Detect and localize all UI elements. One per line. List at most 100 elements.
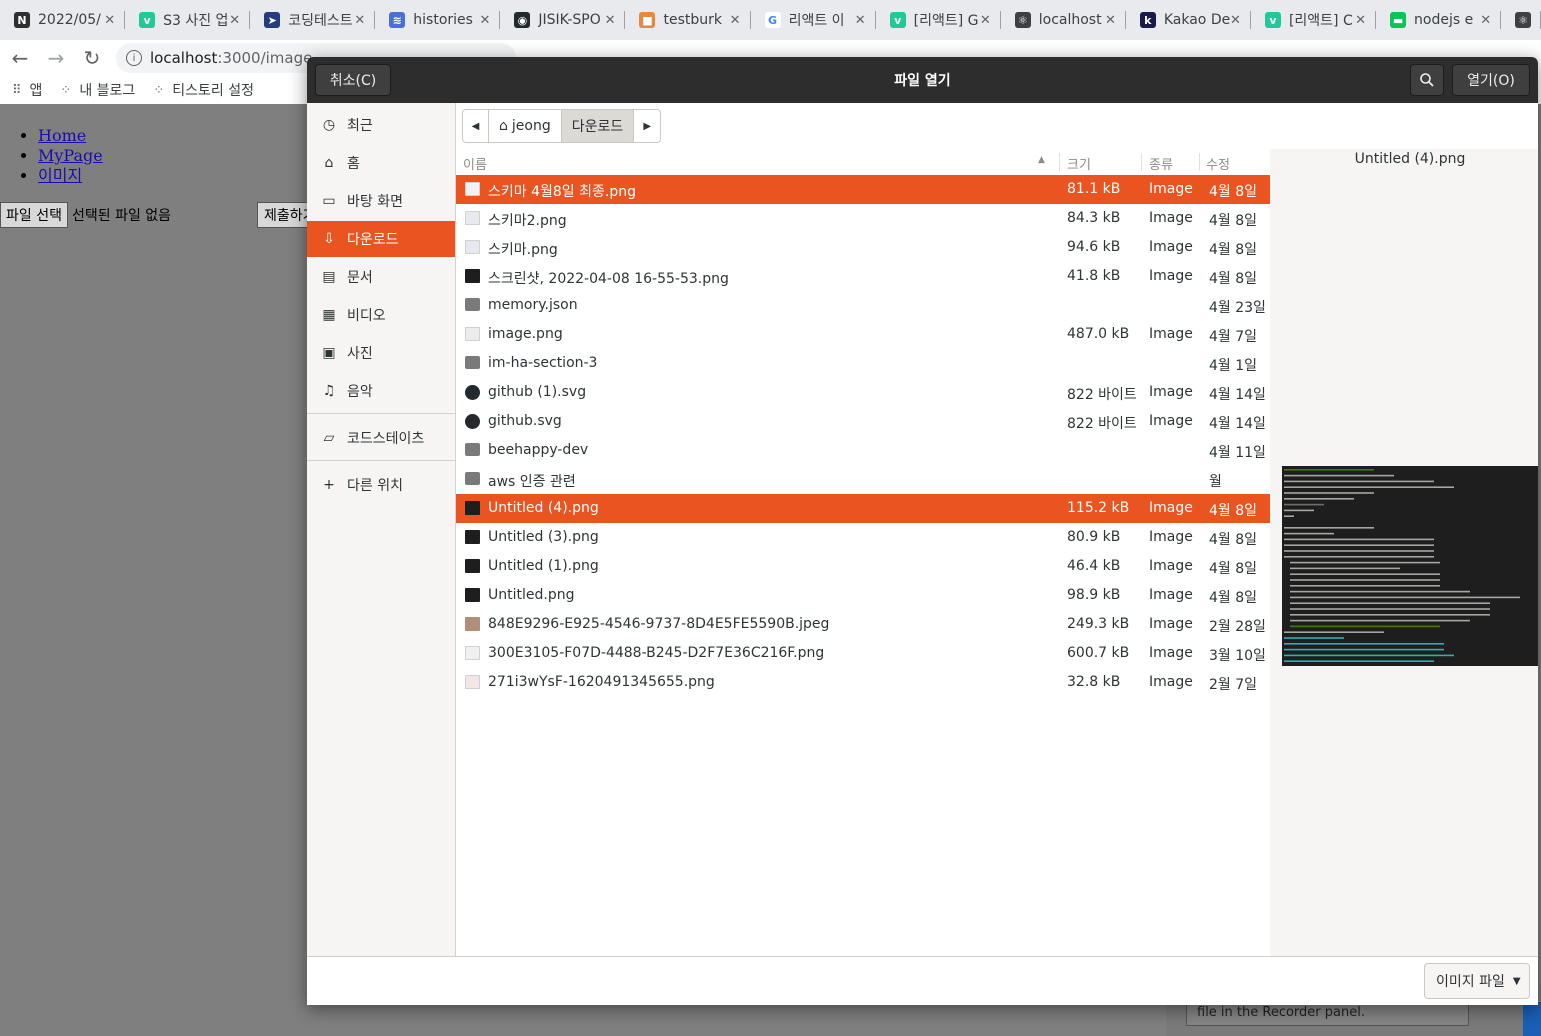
close-icon[interactable]: ✕ [730,13,741,28]
sidebar-item-label: 코드스테이츠 [347,431,425,447]
choose-file-button[interactable]: 파일 선택 [0,202,68,228]
close-icon[interactable]: ✕ [354,13,365,28]
column-type[interactable]: 종류 [1149,154,1173,173]
browser-tab[interactable]: v S3 사진 업 ✕ [125,0,251,40]
file-date: 4월 8일 [1209,590,1258,606]
browser-tab[interactable]: ⚛ localhost ✕ [1001,0,1126,40]
browser-tab[interactable]: ≋ histories ✕ [375,0,501,40]
document-icon: ▤ [322,269,336,285]
file-row[interactable]: Untitled (1).png 46.4 kB Image 4월 8일 [456,552,1270,581]
close-icon[interactable]: ✕ [605,13,616,28]
browser-tab[interactable]: ■ testburk ✕ [625,0,751,40]
browser-tab[interactable]: k Kakao De ✕ [1126,0,1251,40]
sidebar-item[interactable]: ▭ 바탕 화면 [307,183,455,219]
browser-tab[interactable]: G 리액트 이 ✕ [751,0,876,40]
places-sidebar: ◷ 최근 ⌂ 홈 ▭ 바탕 화면 ⇩ 다운로드 ▤ 문서 ▦ 비디오 ▣ 사진 ♫ 음악 ▱ 코드스테이츠 + 다른 … [307,103,456,956]
search-button[interactable] [1410,64,1444,96]
terminal-line [1284,469,1374,471]
close-icon[interactable]: ✕ [855,13,866,28]
file-row[interactable]: Untitled (3).png 80.9 kB Image 4월 8일 [456,523,1270,552]
file-row[interactable]: 300E3105-F07D-4488-B245-D2F7E36C216F.png… [456,639,1270,668]
nav-link-mypage[interactable]: MyPage [38,146,103,165]
nav-link-image[interactable]: 이미지 [38,166,82,185]
file-row[interactable]: beehappy-dev 4월 11일 [456,436,1270,465]
close-icon[interactable]: ✕ [479,13,490,28]
path-back-button[interactable]: ◀ [463,110,489,142]
column-size[interactable]: 크기 [1067,154,1091,173]
tab-title: S3 사진 업 [163,13,229,29]
browser-tab[interactable]: ▬ nodejs e ✕ [1376,0,1502,40]
file-row[interactable]: memory.json 4월 23일 [456,291,1270,320]
file-row[interactable]: Untitled (4).png 115.2 kB Image 4월 8일 [456,494,1270,523]
close-icon[interactable]: ✕ [1230,13,1241,28]
file-size: 81.1 kB [1067,181,1121,197]
image-thumb-icon [465,182,480,196]
sidebar-item[interactable]: ◷ 최근 [307,107,455,143]
velog-icon: v [889,12,906,28]
file-date: 2월 7일 [1209,677,1258,693]
close-icon[interactable]: ✕ [104,13,115,28]
column-name[interactable]: 이름 [463,154,487,173]
terminal-line [1290,573,1440,575]
github-icon [465,385,480,400]
open-button[interactable]: 열기(O) [1452,64,1530,96]
file-row[interactable]: 스키마.png 94.6 kB Image 4월 8일 [456,233,1270,262]
path-home-button[interactable]: ⌂ jeong [489,110,562,142]
browser-tab[interactable]: N 2022/05/✕ [0,0,126,40]
browser-tab[interactable]: ◉ JISIK-SPO ✕ [500,0,626,40]
velog-icon: v [139,12,156,28]
file-row[interactable]: 271i3wYsF-1620491345655.png 32.8 kB Image 2… [456,668,1270,697]
file-row[interactable]: 848E9296-E925-4546-9737-8D4E5FE5590B.jpe… [456,610,1270,639]
sidebar-item[interactable]: ⌂ 홈 [307,145,455,181]
bookmark-item[interactable]: ⁘ 내 블로그 [60,80,135,100]
path-forward-button[interactable]: ▶ [634,110,660,142]
image-thumb-icon [465,530,480,544]
close-icon[interactable]: ✕ [1480,13,1491,28]
path-current-button[interactable]: 다운로드 [561,110,635,142]
sidebar-item[interactable]: ⇩ 다운로드 [307,221,455,257]
file-name: Untitled.png [488,587,575,603]
nav-link-home[interactable]: Home [38,126,86,145]
close-icon[interactable]: ✕ [1105,13,1116,28]
browser-tab[interactable]: v [리액트] C ✕ [1251,0,1377,40]
column-modified[interactable]: 수정 [1206,154,1230,173]
file-row[interactable]: 스크린샷, 2022-04-08 16-55-53.png 41.8 kB Imag… [456,262,1270,291]
file-type: Image [1149,616,1193,632]
sidebar-item[interactable]: ▦ 비디오 [307,297,455,333]
file-row[interactable]: image.png 487.0 kB Image 4월 7일 [456,320,1270,349]
close-icon[interactable]: ✕ [229,13,240,28]
sidebar-item[interactable]: ▣ 사진 [307,335,455,371]
browser-tab[interactable]: ➤ 코딩테스트 ✕ [250,0,376,40]
terminal-line [1290,579,1440,581]
file-date: 4월 8일 [1209,184,1258,200]
reload-icon[interactable]: ↻ [76,42,108,74]
file-open-dialog: 취소(C) 파일 열기 열기(O) ◷ 최근 ⌂ 홈 ▭ 바탕 화면 ⇩ 다운로드 ▤ 문서 ▦ 비디… [307,57,1538,1005]
close-icon[interactable]: ✕ [980,13,991,28]
arrow-logo-icon: ➤ [264,12,281,28]
file-row[interactable]: 스키마2.png 84.3 kB Image 4월 8일 [456,204,1270,233]
sidebar-item[interactable]: + 다른 위치 [307,467,455,503]
file-row[interactable]: github (1).svg 822 바이트 Image 4월 14일 [456,378,1270,407]
sidebar-item[interactable]: ▤ 문서 [307,259,455,295]
file-row[interactable]: im-ha-section-3 4월 1일 [456,349,1270,378]
bookmark-item[interactable]: ⁘ 티스토리 설정 [153,80,254,100]
search-icon [1420,73,1434,87]
file-date: 4월 7일 [1209,329,1258,345]
file-row[interactable]: 스키마 4월8일 최종.png 81.1 kB Image 4월 8일 [456,175,1270,204]
browser-tab[interactable]: ⚛F [1501,0,1541,40]
file-row[interactable]: aws 인증 관련 월 [456,465,1270,494]
file-row[interactable]: github.svg 822 바이트 Image 4월 14일 [456,407,1270,436]
close-icon[interactable]: ✕ [1355,13,1366,28]
file-type: Image [1149,384,1193,400]
sidebar-item[interactable]: ▱ 코드스테이츠 [307,420,455,456]
bookmark-item[interactable]: ⠿ 앱 [12,80,42,100]
file-type-filter[interactable]: 이미지 파일 ▼ [1424,963,1530,999]
sidebar-item[interactable]: ♫ 음악 [307,373,455,409]
browser-tab[interactable]: v [리액트] G ✕ [876,0,1001,40]
file-name: 스키마 4월8일 최종.png [488,184,636,200]
file-row[interactable]: Untitled.png 98.9 kB Image 4월 8일 [456,581,1270,610]
back-icon[interactable]: ← [4,42,36,74]
forward-icon[interactable]: → [40,42,72,74]
column-divider [1199,153,1200,171]
site-info-icon[interactable]: i [126,50,142,66]
